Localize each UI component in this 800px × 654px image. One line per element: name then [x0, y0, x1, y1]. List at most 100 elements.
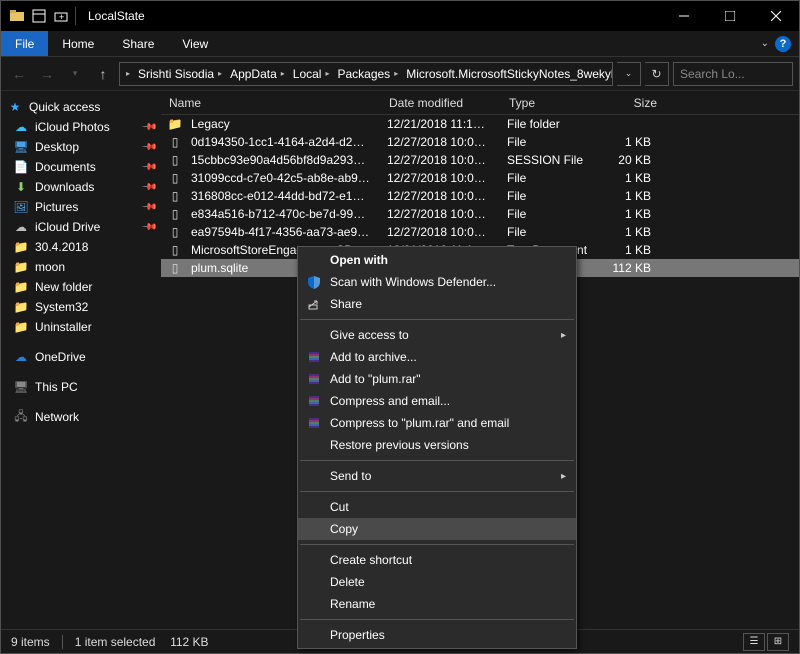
pin-icon: 📌: [140, 119, 157, 136]
context-menu: Open with Scan with Windows Defender... …: [297, 246, 577, 649]
file-size: 112 KB: [603, 261, 663, 275]
file-row[interactable]: ▯31099ccd-c7e0-42c5-ab8e-ab93cc96752712/…: [161, 169, 799, 187]
ctx-restore-versions[interactable]: Restore previous versions: [298, 434, 576, 456]
svg-text:+: +: [59, 12, 64, 22]
refresh-button[interactable]: ↻: [645, 62, 669, 86]
file-icon: ▯: [167, 171, 183, 185]
file-icon: ▯: [167, 243, 183, 257]
file-name: 0d194350-1cc1-4164-a2d4-d2e137a0a39f: [183, 135, 379, 149]
sidebar-item[interactable]: 📁30.4.2018: [1, 237, 161, 257]
col-date[interactable]: Date modified: [381, 96, 501, 110]
sidebar-item[interactable]: 🖥Desktop📌: [1, 137, 161, 157]
sidebar-item[interactable]: ☁iCloud Photos📌: [1, 117, 161, 137]
file-icon: ▯: [167, 207, 183, 221]
ctx-share[interactable]: Share: [298, 293, 576, 315]
file-size: 1 KB: [603, 225, 663, 239]
search-input[interactable]: Search Lo...: [673, 62, 793, 86]
file-type: File: [499, 207, 603, 221]
ctx-delete[interactable]: Delete: [298, 571, 576, 593]
view-tab[interactable]: View: [168, 31, 222, 56]
ctx-scan-defender[interactable]: Scan with Windows Defender...: [298, 271, 576, 293]
file-type: File: [499, 225, 603, 239]
back-button[interactable]: ←: [7, 62, 31, 86]
sidebar-item[interactable]: ⬇Downloads📌: [1, 177, 161, 197]
location-icon: ☁: [13, 119, 29, 135]
minimize-button[interactable]: [661, 1, 707, 31]
file-row[interactable]: ▯316808cc-e012-44dd-bd72-e1ad421fb82712/…: [161, 187, 799, 205]
share-icon: [306, 296, 322, 312]
sidebar-item[interactable]: 📁moon: [1, 257, 161, 277]
ctx-cut[interactable]: Cut: [298, 496, 576, 518]
pin-icon: 📌: [140, 159, 157, 176]
ctx-add-plum-rar[interactable]: Add to "plum.rar": [298, 368, 576, 390]
col-name[interactable]: Name: [161, 96, 381, 110]
sidebar-item[interactable]: 📄Documents📌: [1, 157, 161, 177]
folder-icon: 📁: [167, 117, 183, 131]
location-icon: 🖼: [13, 199, 29, 215]
expand-ribbon-icon[interactable]: ⌄: [761, 38, 769, 49]
crumb[interactable]: Local▸: [289, 63, 334, 85]
crumb[interactable]: Microsoft.MicrosoftStickyNotes_8wekyb3d8…: [402, 63, 613, 85]
this-pc-item[interactable]: 🖥 This PC: [1, 377, 161, 397]
archive-icon: [306, 371, 322, 387]
forward-button[interactable]: →: [35, 62, 59, 86]
sidebar-item[interactable]: 🖼Pictures📌: [1, 197, 161, 217]
sidebar-item[interactable]: ☁iCloud Drive📌: [1, 217, 161, 237]
icons-view-button[interactable]: ⊞: [767, 633, 789, 651]
share-tab[interactable]: Share: [108, 31, 168, 56]
recent-locations-button[interactable]: ▾: [63, 62, 87, 86]
sidebar-item-label: Uninstaller: [35, 320, 92, 334]
address-bar[interactable]: ▸Srishti Sisodia▸AppData▸Local▸Packages▸…: [119, 62, 613, 86]
file-row[interactable]: ▯0d194350-1cc1-4164-a2d4-d2e137a0a39f12/…: [161, 133, 799, 151]
status-selection: 1 item selected: [75, 635, 156, 649]
maximize-button[interactable]: [707, 1, 753, 31]
ctx-properties[interactable]: Properties: [298, 624, 576, 646]
crumb[interactable]: Packages▸: [333, 63, 402, 85]
ctx-compress-plum-email[interactable]: Compress to "plum.rar" and email: [298, 412, 576, 434]
network-item[interactable]: 🖧 Network: [1, 407, 161, 427]
network-label: Network: [35, 410, 79, 424]
ctx-copy[interactable]: Copy: [298, 518, 576, 540]
close-button[interactable]: [753, 1, 799, 31]
separator: [300, 619, 574, 620]
ctx-create-shortcut[interactable]: Create shortcut: [298, 549, 576, 571]
properties-icon[interactable]: [31, 8, 47, 24]
pin-icon: 📌: [140, 139, 157, 156]
crumb-root[interactable]: ▸: [122, 63, 134, 85]
folder-icon: 📁: [13, 239, 29, 255]
quick-access-header[interactable]: ★ Quick access: [1, 97, 161, 117]
sidebar-item-label: iCloud Drive: [35, 220, 100, 234]
ctx-give-access[interactable]: Give access to ▸: [298, 324, 576, 346]
crumb[interactable]: AppData▸: [226, 63, 289, 85]
sidebar-item[interactable]: 📁New folder: [1, 277, 161, 297]
archive-icon: [306, 349, 322, 365]
file-row[interactable]: ▯15cbbc93e90a4d56bf8d9a29305b8981.sto...…: [161, 151, 799, 169]
file-type: File: [499, 135, 603, 149]
ctx-add-archive[interactable]: Add to archive...: [298, 346, 576, 368]
sidebar-item[interactable]: 📁System32: [1, 297, 161, 317]
ctx-compress-email[interactable]: Compress and email...: [298, 390, 576, 412]
crumb[interactable]: Srishti Sisodia▸: [134, 63, 226, 85]
ctx-rename[interactable]: Rename: [298, 593, 576, 615]
ctx-open-with[interactable]: Open with: [298, 249, 576, 271]
col-size[interactable]: Size: [605, 96, 665, 110]
file-icon: ▯: [167, 153, 183, 167]
file-tab[interactable]: File: [1, 31, 48, 56]
col-type[interactable]: Type: [501, 96, 605, 110]
up-button[interactable]: ↑: [91, 62, 115, 86]
file-row[interactable]: ▯ea97594b-4f17-4356-aa73-ae93139cb43d12/…: [161, 223, 799, 241]
file-row[interactable]: ▯e834a516-b712-470c-be7d-99d5fc4e7c1612/…: [161, 205, 799, 223]
file-size: 1 KB: [603, 243, 663, 257]
sidebar-item[interactable]: 📁Uninstaller: [1, 317, 161, 337]
onedrive-item[interactable]: ☁ OneDrive: [1, 347, 161, 367]
file-row[interactable]: 📁Legacy12/21/2018 11:12 ...File folder: [161, 115, 799, 133]
ctx-send-to[interactable]: Send to ▸: [298, 465, 576, 487]
separator: [300, 491, 574, 492]
new-folder-icon[interactable]: +: [53, 8, 69, 24]
details-view-button[interactable]: ☰: [743, 633, 765, 651]
file-name: 316808cc-e012-44dd-bd72-e1ad421fb827: [183, 189, 379, 203]
help-icon[interactable]: ?: [775, 36, 791, 52]
address-dropdown-button[interactable]: ⌄: [617, 62, 641, 86]
folder-icon: [9, 8, 25, 24]
home-tab[interactable]: Home: [48, 31, 108, 56]
